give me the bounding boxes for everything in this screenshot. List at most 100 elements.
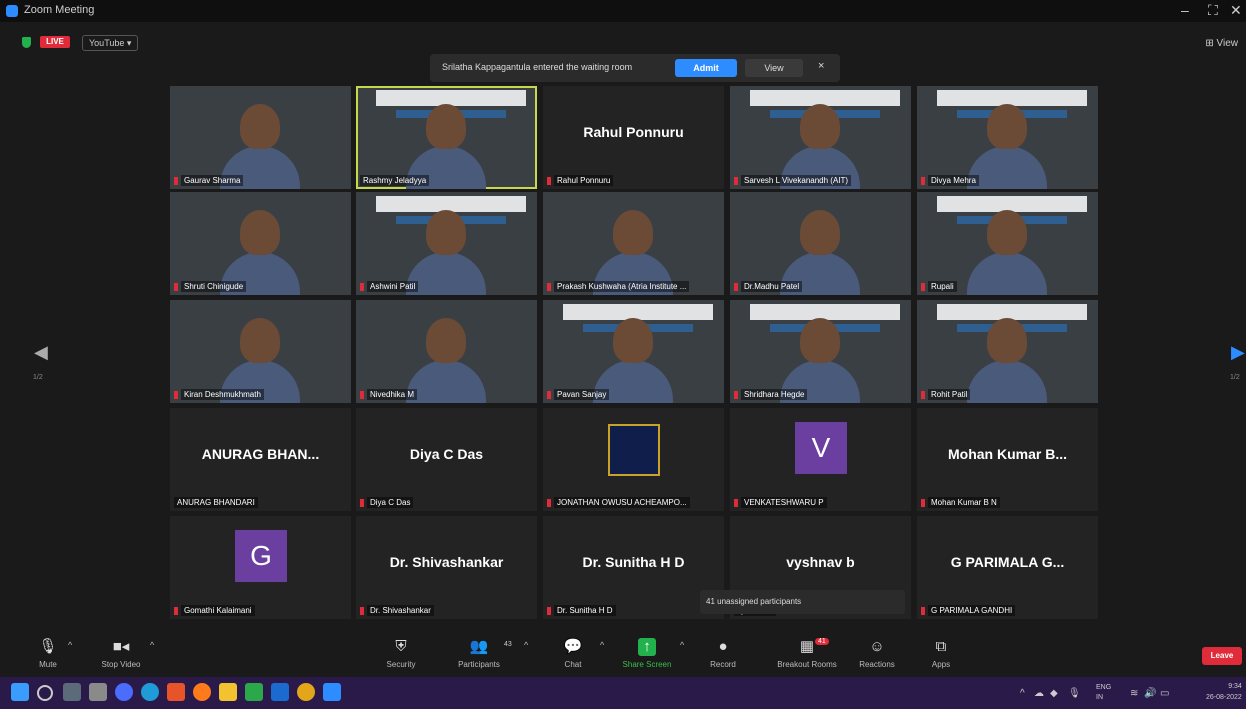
firefox-icon[interactable] xyxy=(193,683,211,701)
participant-tile[interactable]: ANURAG BHAN... ANURAG BHANDARI xyxy=(170,408,351,511)
muted-mic-icon xyxy=(360,499,364,507)
files-icon[interactable] xyxy=(89,683,107,701)
mic-tray-icon[interactable]: 🎙 xyxy=(1068,688,1081,699)
share-screen-button[interactable]: ↑ Share Screen xyxy=(614,632,680,677)
record-button[interactable]: ● Record xyxy=(690,632,756,677)
language-indicator[interactable]: ENG IN xyxy=(1096,683,1111,703)
muted-mic-icon xyxy=(174,177,178,185)
muted-mic-icon xyxy=(921,177,925,185)
video-camera-icon: ■◂ xyxy=(112,638,130,655)
close-window-button[interactable]: ✕ xyxy=(1230,2,1242,19)
presentation-banner xyxy=(376,196,526,212)
participant-tile[interactable]: Divya Mehra xyxy=(917,86,1098,189)
participant-display-name: Dr. Sunitha H D xyxy=(582,554,685,570)
participant-tile[interactable]: Rohit Patil xyxy=(917,300,1098,403)
minimize-button[interactable]: – xyxy=(1181,2,1189,18)
participant-tile[interactable]: G Gomathi Kalaimani xyxy=(170,516,351,619)
share-caret-icon[interactable]: ^ xyxy=(680,640,684,650)
participants-button[interactable]: 👥 Participants xyxy=(446,632,512,677)
participant-tile[interactable]: Rahul Ponnuru Rahul Ponnuru xyxy=(543,86,724,189)
edge-icon[interactable] xyxy=(115,683,133,701)
participant-tile[interactable]: Rupali xyxy=(917,192,1098,295)
participant-tile[interactable]: V VENKATESHWARU P xyxy=(730,408,911,511)
zoom-icon[interactable] xyxy=(323,683,341,701)
encryption-shield-icon[interactable] xyxy=(22,37,31,48)
search-icon[interactable] xyxy=(37,685,53,701)
admit-button[interactable]: Admit xyxy=(675,59,737,77)
muted-mic-icon xyxy=(174,607,178,615)
security-button[interactable]: ⛨ Security xyxy=(368,632,434,677)
office-icon[interactable] xyxy=(167,683,185,701)
mute-button[interactable]: 🎙 Mute xyxy=(28,632,68,677)
chrome-icon[interactable] xyxy=(141,683,159,701)
participant-tile[interactable]: Sarvesh L Vivekanandh (AIT) xyxy=(730,86,911,189)
muted-mic-icon xyxy=(921,283,925,291)
next-page-icon[interactable]: ▶ xyxy=(1231,342,1245,363)
participant-name-label: Gomathi Kalaimani xyxy=(181,605,255,616)
participant-video xyxy=(426,104,466,149)
participant-tile[interactable]: Prakash Kushwaha (Atria Institute ... xyxy=(543,192,724,295)
presentation-banner xyxy=(937,304,1087,320)
battery-icon[interactable]: ▭ xyxy=(1160,688,1169,699)
presentation-banner xyxy=(376,90,526,106)
participant-tile[interactable]: Shruti Chinigude xyxy=(170,192,351,295)
participant-tile[interactable]: Diya C Das Diya C Das xyxy=(356,408,537,511)
windows-icon[interactable] xyxy=(11,683,29,701)
participants-caret-icon[interactable]: ^ xyxy=(524,640,528,650)
participant-tile[interactable]: Gaurav Sharma xyxy=(170,86,351,189)
participant-name-label: Pavan Sanjay xyxy=(554,389,610,400)
outlook-icon[interactable] xyxy=(271,683,289,701)
store-icon[interactable] xyxy=(245,683,263,701)
taskview-icon[interactable] xyxy=(63,683,81,701)
participant-tile[interactable]: Ashwini Patil xyxy=(356,192,537,295)
maximize-button[interactable]: ⛶ xyxy=(1208,2,1218,19)
presentation-banner xyxy=(750,90,900,106)
stop-video-button[interactable]: ■◂ Stop Video xyxy=(88,632,154,677)
participant-avatar: V xyxy=(795,422,847,474)
clock[interactable]: 9:34 26-08-2022 xyxy=(1206,681,1242,703)
participant-tile[interactable]: JONATHAN OWUSU ACHEAMPO... xyxy=(543,408,724,511)
chat-caret-icon[interactable]: ^ xyxy=(600,640,604,650)
cloud-icon[interactable]: ☁ xyxy=(1034,688,1044,699)
participant-tile[interactable]: Dr. Shivashankar Dr. Shivashankar xyxy=(356,516,537,619)
participant-name-label: Divya Mehra xyxy=(928,175,979,186)
waiting-room-notification: Srilatha Kappagantula entered the waitin… xyxy=(430,54,840,82)
participant-display-name: G PARIMALA G... xyxy=(950,554,1065,570)
antivirus-icon[interactable]: ◆ xyxy=(1050,688,1058,699)
wifi-icon[interactable]: ≋ xyxy=(1130,688,1138,699)
leave-button[interactable]: Leave xyxy=(1202,647,1242,665)
youtube-stream-dropdown[interactable]: YouTube ▾ xyxy=(82,35,139,51)
participant-name-label: Dr. Sunitha H D xyxy=(554,605,616,616)
participant-tile[interactable]: Mohan Kumar B... Mohan Kumar B N xyxy=(917,408,1098,511)
audio-options-caret-icon[interactable]: ^ xyxy=(68,640,72,650)
volume-icon[interactable]: 🔊 xyxy=(1144,688,1156,699)
participant-tile[interactable]: G PARIMALA G... G PARIMALA GANDHI xyxy=(917,516,1098,619)
view-button[interactable]: ⊞ View xyxy=(1205,38,1238,49)
participant-tile[interactable]: Dr. Sunitha H D Dr. Sunitha H D xyxy=(543,516,724,619)
chrome2-icon[interactable] xyxy=(297,683,315,701)
tray-chevron-icon[interactable]: ^ xyxy=(1020,688,1025,699)
explorer-icon[interactable] xyxy=(219,683,237,701)
previous-page-icon[interactable]: ◀ xyxy=(34,342,48,363)
participant-tile[interactable]: Rashmy Jeladyya xyxy=(356,86,537,189)
participant-name-label: Prakash Kushwaha (Atria Institute ... xyxy=(554,281,690,292)
muted-mic-icon xyxy=(734,283,738,291)
participant-video xyxy=(800,210,840,255)
participant-count: 43 xyxy=(504,641,512,648)
notification-close-icon[interactable]: × xyxy=(818,60,824,72)
reactions-button[interactable]: ☺ Reactions xyxy=(844,632,910,677)
participant-tile[interactable]: Pavan Sanjay xyxy=(543,300,724,403)
breakout-rooms-button[interactable]: ▦ Breakout Rooms xyxy=(770,632,844,677)
participant-name-label: Rahul Ponnuru xyxy=(554,175,614,186)
participant-tile[interactable]: Shridhara Hegde xyxy=(730,300,911,403)
participant-tile[interactable]: Kiran Deshmukhmath xyxy=(170,300,351,403)
participant-name-label: Ashwini Patil xyxy=(367,281,419,292)
participant-tile[interactable]: Dr.Madhu Patel xyxy=(730,192,911,295)
video-options-caret-icon[interactable]: ^ xyxy=(150,640,154,650)
participant-name-label: Diya C Das xyxy=(367,497,414,508)
participant-tile[interactable]: Nivedhika M xyxy=(356,300,537,403)
chat-button[interactable]: 💬 Chat xyxy=(540,632,606,677)
window-titlebar: Zoom Meeting – ⛶ ✕ xyxy=(0,0,1246,22)
apps-button[interactable]: ⧉ Apps xyxy=(916,632,966,677)
notification-view-button[interactable]: View xyxy=(745,59,803,77)
